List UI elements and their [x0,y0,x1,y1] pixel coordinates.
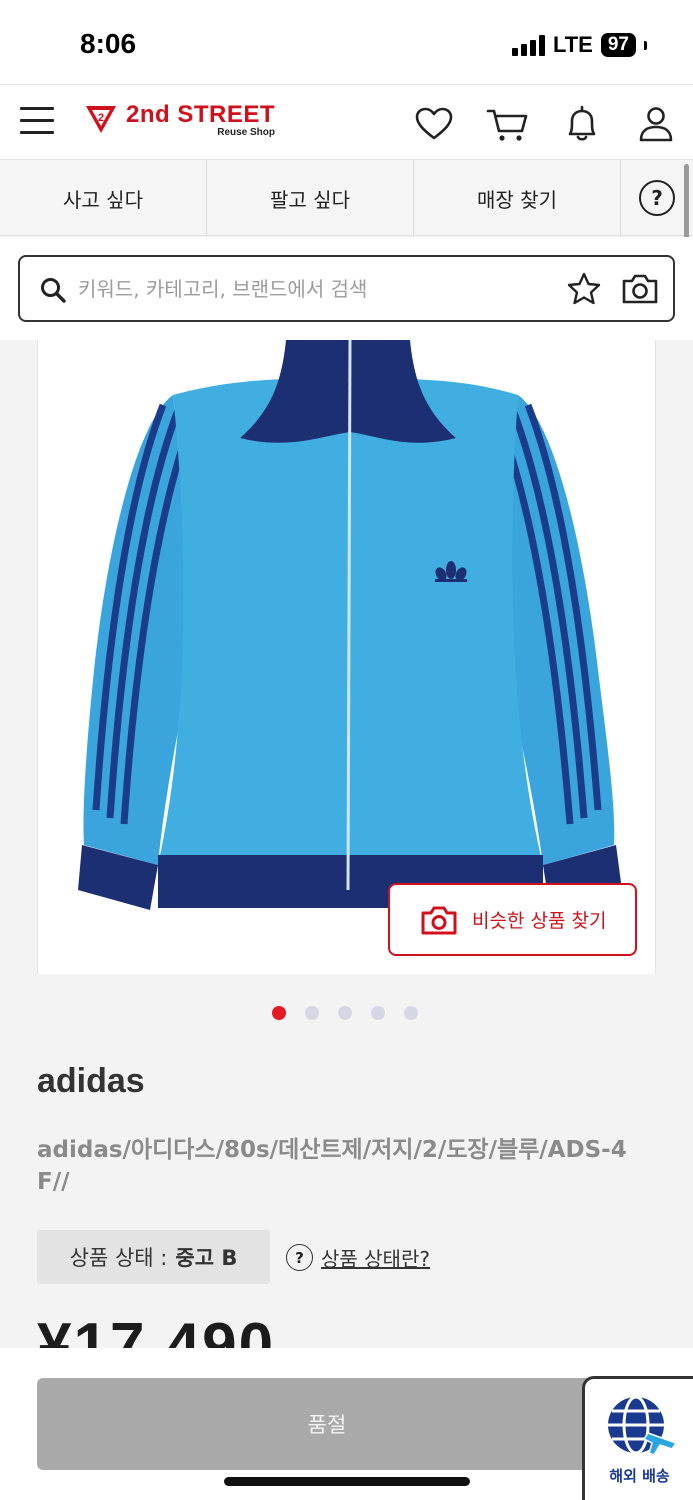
find-similar-button[interactable]: 비슷한 상품 찾기 [388,883,637,956]
product-brand[interactable]: adidas [37,1062,145,1101]
svg-text:2: 2 [98,112,104,124]
logo-name: 2nd STREET [126,101,276,128]
pagination-dot[interactable] [404,1006,418,1020]
main-tabs: 사고 싶다 팔고 싶다 매장 찾기 ? [0,160,693,236]
logo-mark-icon: 2 [86,106,116,133]
overseas-shipping-button[interactable]: 해외 배송 [582,1376,693,1500]
network-label: LTE [552,32,593,57]
status-bar: 8:06 LTE 97 [0,0,693,84]
condition-value: 중고 B [175,1246,238,1270]
search-area [0,237,693,340]
battery-tip [644,40,647,50]
tab-buy[interactable]: 사고 싶다 [0,160,207,236]
condition-help-link[interactable]: ? 상품 상태란? [286,1243,430,1272]
status-time: 8:06 [80,28,137,59]
search-icon [41,278,66,303]
home-indicator[interactable] [224,1477,470,1486]
condition-help-label: 상품 상태란? [321,1247,430,1271]
heart-icon[interactable] [414,105,454,143]
product-name: adidas/아디다스/80s/데산트제/저지/2/도장/블루/ADS-4F// [37,1137,627,1195]
signal-icon [511,34,545,56]
pagination-dot[interactable] [272,1006,286,1020]
search-box [18,255,675,322]
logo[interactable]: 2 2nd STREET Reuse Shop [84,103,275,138]
jacket-photo [78,340,622,910]
tab-sell[interactable]: 팔고 싶다 [207,160,414,236]
tab-help[interactable]: ? [621,160,693,235]
search-input[interactable] [78,269,548,309]
cart-icon[interactable] [486,105,530,143]
status-indicators: LTE 97 [511,32,647,58]
battery-level: 97 [607,34,629,55]
condition-prefix: 상품 상태 : [69,1246,168,1270]
site-header: 2 2nd STREET Reuse Shop [0,84,693,160]
product-price: ¥17,490 [37,1311,276,1348]
star-icon[interactable] [566,271,602,307]
pagination-dot[interactable] [338,1006,352,1020]
pagination-dot[interactable] [305,1006,319,1020]
camera-icon [421,906,457,934]
user-icon[interactable] [636,105,676,143]
overseas-label: 해외 배송 [609,1467,670,1485]
pagination-dot[interactable] [371,1006,385,1020]
tab-store-finder[interactable]: 매장 찾기 [414,160,621,236]
bell-icon[interactable] [562,105,602,143]
camera-search-icon[interactable] [620,271,660,307]
logo-tagline: Reuse Shop [217,127,276,138]
menu-icon[interactable] [20,107,54,137]
price-area: ¥17,490 [0,1300,693,1348]
product-image[interactable] [37,340,656,974]
soldout-button[interactable]: 품절 [37,1378,617,1470]
find-similar-label: 비슷한 상품 찾기 [472,910,607,932]
battery-icon: 97 [600,33,636,57]
condition-badge: 상품 상태 : 중고 B [37,1230,270,1284]
image-pagination [272,1006,418,1020]
question-icon: ? [286,1244,313,1271]
help-icon: ? [639,179,675,216]
globe-plane-icon [607,1395,677,1456]
